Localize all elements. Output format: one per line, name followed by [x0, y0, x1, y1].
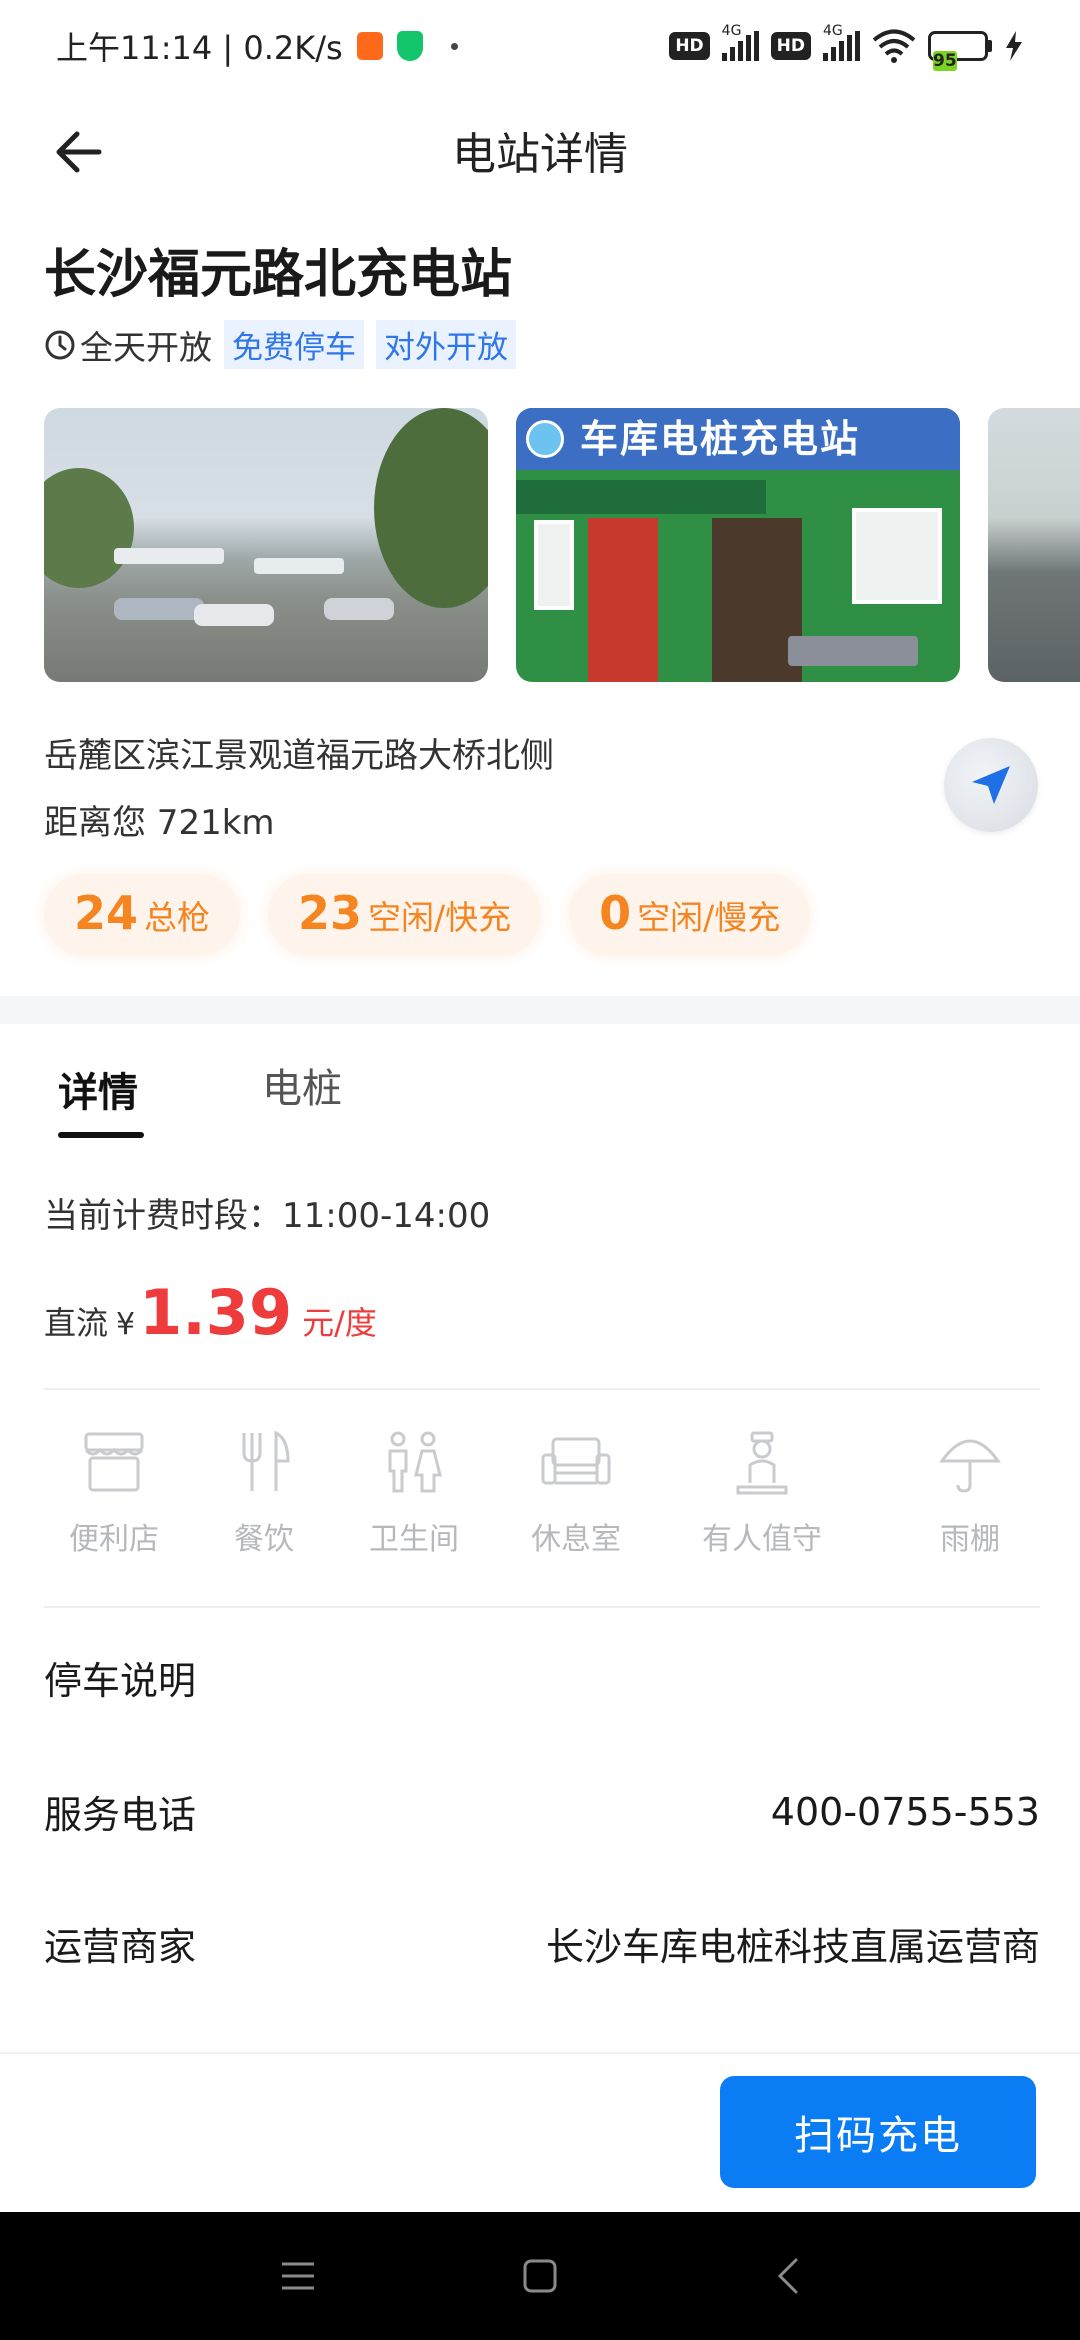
- stat-value: 0: [599, 886, 632, 940]
- back-button[interactable]: [48, 122, 108, 182]
- station-name: 长沙福元路北充电站: [44, 245, 513, 305]
- station-tags: 全天开放 免费停车 对外开放: [44, 320, 516, 369]
- status-bar: 上午11:14 | 0.2K/s HD 4G HD 4G 95: [0, 0, 1080, 92]
- station-photo[interactable]: [44, 408, 488, 682]
- navigate-button[interactable]: [944, 738, 1038, 832]
- tag-public-open: 对外开放: [376, 320, 516, 369]
- facility-label: 便利店: [69, 1522, 159, 1557]
- facility-label: 有人值守: [702, 1522, 822, 1557]
- operator-name: 长沙车库电桩科技直属运营商: [545, 1925, 1040, 1969]
- price-value: 1.39: [139, 1276, 293, 1349]
- fee-period: 当前计费时段：11:00-14:00: [44, 1196, 491, 1236]
- status-time: 上午11:14 | 0.2K/s: [56, 29, 343, 67]
- price-type: 直流: [44, 1304, 109, 1342]
- photo-sign-text: 车库电桩充电站: [516, 408, 960, 470]
- more-notifications-icon: [450, 42, 458, 50]
- tab-detail[interactable]: 详情: [58, 1060, 138, 1118]
- home-button[interactable]: [512, 2248, 568, 2304]
- back-arrow-icon: [56, 131, 102, 173]
- fork-knife-icon: [242, 1431, 290, 1491]
- signal-icon: 4G: [823, 23, 860, 61]
- stat-value: 23: [298, 886, 363, 940]
- stat-total-guns: 24 总枪: [44, 874, 241, 956]
- navigation-arrow-icon: [972, 766, 1010, 804]
- sofa-icon: [541, 1437, 611, 1485]
- parking-info-label: 停车说明: [44, 1659, 197, 1703]
- bottom-action-bar: 扫码充电: [0, 2052, 1080, 2212]
- security-shield-icon: [396, 31, 423, 61]
- stat-value: 24: [74, 886, 139, 940]
- station-address: 岳麓区滨江景观道福元路大桥北侧: [44, 736, 554, 776]
- store-icon: [84, 1432, 144, 1492]
- top-navigation: 电站详情: [0, 100, 1080, 200]
- page-title: 电站详情: [452, 129, 628, 180]
- stat-label: 空闲/慢充: [637, 898, 781, 937]
- battery-level: 95: [933, 51, 957, 71]
- facility-label: 雨棚: [940, 1522, 1000, 1557]
- price-row: 直流 ¥ 1.39 元/度: [44, 1276, 377, 1349]
- stat-idle-slow: 0 空闲/慢充: [569, 874, 811, 956]
- attendant-icon: [736, 1431, 788, 1495]
- facilities-list: 便利店 餐饮 卫生间 休息室 有人值守 雨棚: [44, 1428, 1040, 1578]
- service-phone-number[interactable]: 400-0755-553: [771, 1790, 1040, 1834]
- service-phone-label: 服务电话: [44, 1793, 197, 1837]
- parking-info-row[interactable]: 停车说明: [44, 1650, 1040, 1705]
- station-distance: 距离您 721km: [44, 803, 275, 843]
- shopping-app-icon: [356, 32, 383, 60]
- facility-store: 便利店: [44, 1428, 184, 1558]
- station-logo-icon: [526, 420, 564, 458]
- system-navigation-bar: [0, 2212, 1080, 2340]
- station-photo-gallery[interactable]: 车库电桩充电站: [44, 408, 1080, 682]
- hd-badge: HD: [770, 32, 811, 60]
- facility-label: 休息室: [531, 1522, 621, 1557]
- battery-icon: 95: [928, 31, 992, 71]
- divider: [44, 1388, 1040, 1390]
- network-type: 4G: [721, 23, 742, 39]
- opening-hours: 全天开放: [44, 321, 212, 369]
- price-currency: ¥: [116, 1307, 136, 1342]
- active-tab-indicator: [58, 1132, 144, 1138]
- charging-bolt-icon: [1006, 31, 1022, 61]
- tag-free-parking: 免费停车: [224, 320, 364, 369]
- wifi-icon: [872, 29, 916, 63]
- home-square-icon: [523, 2259, 557, 2293]
- clock-icon: [45, 330, 75, 359]
- signal-icon: 4G: [721, 23, 759, 61]
- operator-label: 运营商家: [44, 1925, 197, 1969]
- menu-button[interactable]: [270, 2248, 326, 2304]
- tab-bar: 详情 电桩: [0, 1040, 1080, 1150]
- scan-to-charge-button[interactable]: 扫码充电: [720, 2076, 1036, 2188]
- system-back-button[interactable]: [760, 2248, 816, 2304]
- tab-charging-piles[interactable]: 电桩: [262, 1056, 342, 1114]
- station-photo[interactable]: 车库电桩充电站: [516, 408, 960, 682]
- stat-label: 空闲/快充: [368, 898, 512, 937]
- menu-icon: [282, 2262, 314, 2290]
- facility-attended: 有人值守: [692, 1428, 832, 1558]
- divider: [44, 1606, 1040, 1608]
- facility-lounge: 休息室: [506, 1428, 646, 1558]
- stat-label: 总枪: [144, 898, 211, 937]
- chevron-left-icon: [777, 2258, 798, 2294]
- price-unit: 元/度: [302, 1304, 377, 1342]
- facility-label: 餐饮: [234, 1522, 294, 1557]
- hd-badge: HD: [669, 32, 710, 60]
- umbrella-icon: [939, 1439, 1001, 1493]
- facility-canopy: 雨棚: [900, 1428, 1040, 1558]
- operator-row: 运营商家 长沙车库电桩科技直属运营商: [44, 1916, 1040, 1971]
- charger-stats: 24 总枪 23 空闲/快充 0 空闲/慢充: [44, 874, 811, 956]
- facility-label: 卫生间: [369, 1522, 459, 1557]
- station-photo[interactable]: [988, 408, 1080, 682]
- facility-dining: 餐饮: [194, 1428, 334, 1558]
- stat-idle-fast: 23 空闲/快充: [268, 874, 542, 956]
- hours-label: 全天开放: [80, 327, 212, 367]
- network-type: 4G: [823, 23, 843, 39]
- service-phone-row[interactable]: 服务电话 400-0755-553: [44, 1784, 1040, 1839]
- restroom-icon: [388, 1431, 442, 1493]
- section-divider: [0, 996, 1080, 1024]
- facility-restroom: 卫生间: [344, 1428, 484, 1558]
